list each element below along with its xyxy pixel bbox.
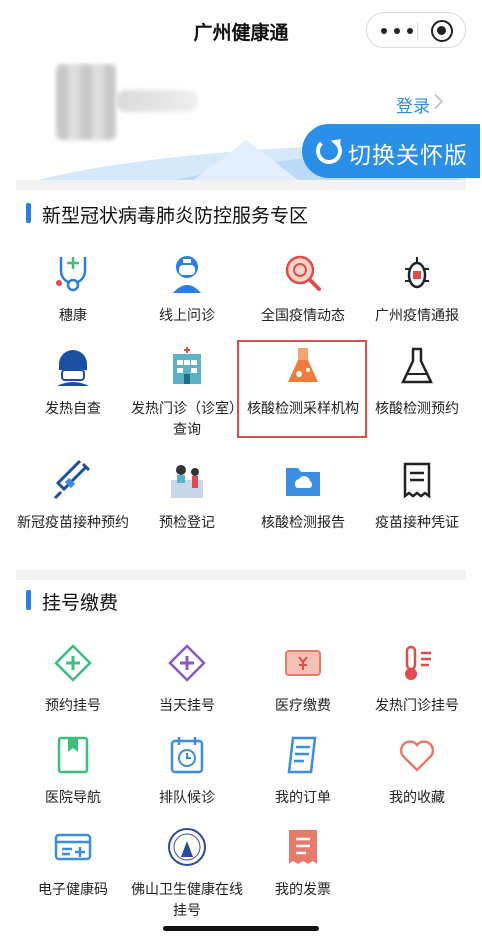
service-label: 发热自查 (45, 400, 101, 416)
service-label: 佛山卫生健康在线挂号 (131, 881, 243, 918)
service-label: 发热门诊挂号 (375, 697, 459, 713)
banner-decoration (186, 140, 306, 180)
plus-diamond-purple-icon (168, 644, 206, 682)
map-bookmark-icon (57, 736, 89, 774)
login-link[interactable]: 登录 (396, 92, 430, 117)
service-label: 核酸检测预约 (375, 400, 459, 416)
covid-section-title: 新型冠状病毒肺炎防控服务专区 (42, 206, 309, 227)
order-doc-icon (287, 736, 317, 774)
service-label: 核酸检测报告 (261, 514, 345, 530)
service-label: 疫苗接种凭证 (375, 514, 459, 530)
service-label: 我的订单 (275, 789, 331, 805)
service-label: 医疗缴费 (275, 697, 331, 713)
health-card-icon (54, 833, 92, 861)
plus-diamond-icon (54, 644, 92, 682)
hospital-icon (173, 347, 201, 384)
service-label: 我的收藏 (389, 789, 445, 805)
syringe-icon (53, 460, 91, 500)
service-label: 发热门诊（诊室）查询 (131, 400, 243, 437)
nav-bar: 广州健康通 (0, 0, 482, 62)
service-label: 当天挂号 (159, 697, 215, 713)
registration-desk-icon (171, 465, 203, 498)
service-label: 新冠疫苗接种预约 (17, 514, 129, 530)
service-label: 预检登记 (159, 514, 215, 530)
service-label: 医院导航 (45, 789, 101, 805)
service-label: 排队候诊 (159, 789, 215, 805)
service-label: 穗康 (59, 307, 87, 323)
service-label: 线上问诊 (159, 307, 215, 323)
foshan-emblem-icon (168, 828, 206, 866)
cloud-folder-icon (286, 468, 320, 496)
clock-calendar-icon (170, 737, 204, 774)
mini-program-capsule (366, 12, 466, 48)
avatar[interactable] (56, 64, 116, 140)
service-label: 广州疫情通报 (375, 307, 459, 323)
invoice-icon (289, 830, 317, 864)
payment-card-icon (285, 650, 321, 676)
service-label: 核酸检测采样机构 (247, 400, 359, 416)
switch-care-mode-label: 切换关怀版 (348, 142, 468, 168)
section-marker (26, 203, 31, 223)
heart-icon (399, 740, 435, 772)
flask-icon (288, 348, 318, 382)
receipt-scroll-icon (403, 462, 431, 499)
home-indicator (163, 926, 319, 931)
refresh-icon (316, 138, 342, 164)
section-marker (26, 590, 31, 610)
service-label: 我的发票 (275, 881, 331, 897)
section-divider (16, 180, 466, 190)
thermometer-icon (405, 645, 431, 680)
service-label: 全国疫情动态 (261, 307, 345, 323)
registration-section-title: 挂号缴费 (42, 593, 119, 614)
service-label: 电子健康码 (38, 881, 108, 897)
virus-search-icon (285, 255, 321, 291)
health-code-icon (56, 257, 87, 292)
capsule-divider (417, 22, 418, 40)
user-name-blurred (116, 90, 198, 112)
more-icon[interactable] (381, 23, 413, 37)
switch-care-mode-button[interactable]: 切换关怀版 (302, 124, 480, 178)
online-doctor-icon (173, 256, 201, 293)
close-target-icon[interactable] (431, 20, 453, 42)
section-divider (16, 570, 466, 580)
flask-outline-icon (401, 347, 433, 384)
self-check-icon (57, 350, 89, 386)
service-label: 预约挂号 (45, 697, 101, 713)
virus-bulletin-icon (405, 257, 429, 289)
